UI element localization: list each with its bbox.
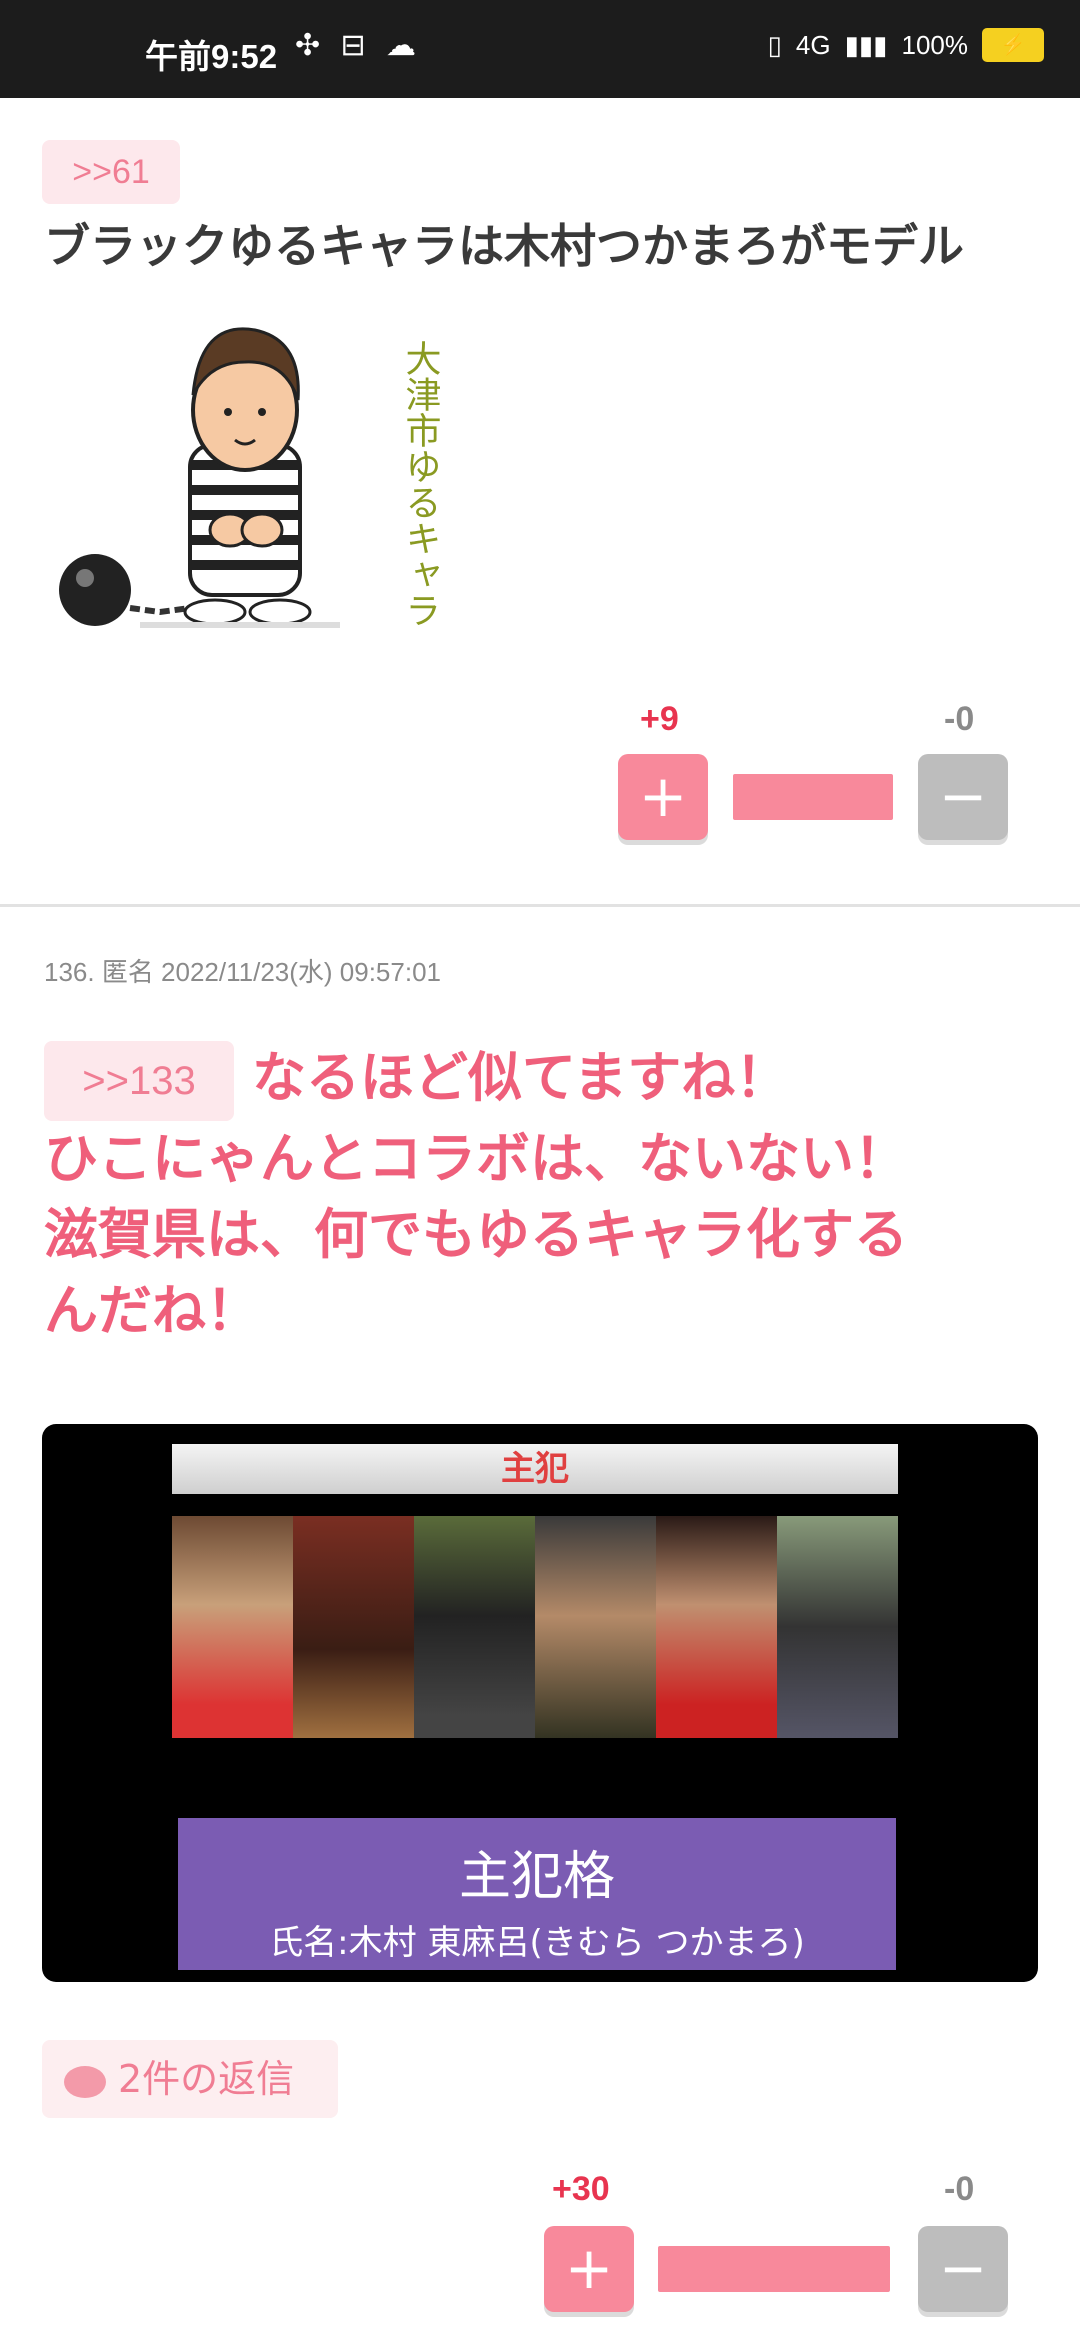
anchor-link-61[interactable]: >>61 [42,140,180,204]
battery-icon: ⚡ [982,28,1044,62]
comment-line-2: ひこにゃんとコラボは、ないない！ [44,1127,908,1191]
replies-button[interactable]: 2件の返信 [42,2040,338,2118]
minus-vote-button[interactable]: − [918,2226,1008,2312]
image-caption-box: 主犯格 氏名:木村 東麻呂(きむら つかまろ) [178,1818,896,1970]
minus-count: -0 [944,700,975,738]
attached-image[interactable]: 主犯 主犯格 氏名:木村 東麻呂(きむら つかまろ) [42,1424,1038,1982]
mascot-illustration: 大津市ゆるキャラ [59,327,441,628]
signal-icon: ▮▮▮ [844,29,888,60]
notification-icons: ✣ ⊟ ☁ [295,29,422,62]
anchor-link-133[interactable]: >>133 [44,1041,234,1122]
replies-label: 2件の返信 [118,2057,295,2101]
system-icons: ▯ 4G ▮▮▮ 100% ⚡ [768,28,1044,62]
illustration-caption: 大津市ゆるキャラ [400,340,441,628]
photo-strip [172,1516,898,1738]
post-title: ブラックゆるキャラは木村つかまろがモデル [44,219,964,273]
comment-meta: 136. 匿名 2022/11/23(水) 09:57:01 [44,957,441,987]
clock: 午前9:52 [145,38,278,75]
image-caption-main: 主犯格 [458,1847,615,1907]
plus-vote-button[interactable]: + [544,2226,634,2312]
battery-percent: 100% [901,29,969,60]
comment-line-4: んだね！ [44,1279,260,1343]
vote-ratio-bar [733,774,893,820]
plus-vote-button[interactable]: + [618,754,708,840]
plus-count: +9 [640,700,679,738]
minus-count: -0 [944,2170,975,2208]
speech-bubble-icon [64,2065,106,2098]
signal-label: 4G [795,29,831,60]
plus-count: +30 [552,2170,610,2208]
comment-line-3: 滋賀県は、何でもゆるキャラ化する [44,1203,908,1267]
vote-ratio-bar [658,2246,890,2292]
status-bar: 午前9:52 ✣ ⊟ ☁ ▯ 4G ▮▮▮ 100% ⚡ [0,0,1080,98]
vibrate-icon: ▯ [767,29,782,60]
image-caption-sub: 氏名:木村 東麻呂(きむら つかまろ) [269,1923,805,1963]
comment-line-1: なるほど似てますね！ [252,1046,790,1109]
comment-divider [0,904,1080,907]
minus-vote-button[interactable]: − [918,754,1008,840]
comment-body: >>133 なるほど似てますね！ ひこにゃんとコラボは、ないない！ 滋賀県は、何で… [44,1040,1044,1349]
image-title-bar: 主犯 [172,1444,898,1494]
